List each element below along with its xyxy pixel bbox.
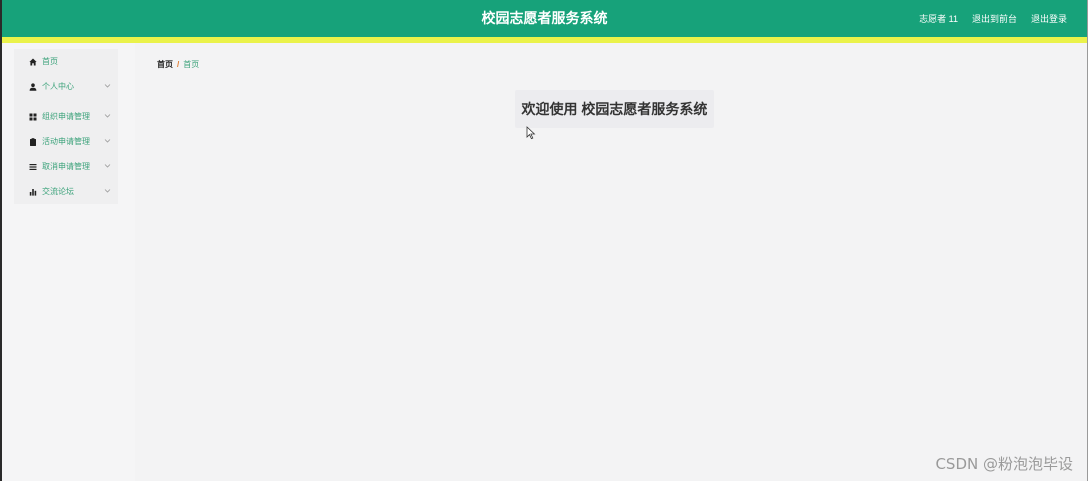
sidebar-item-label: 交流论坛 <box>42 187 74 196</box>
back-to-front-link[interactable]: 退出到前台 <box>972 12 1017 25</box>
breadcrumb: 首页 / 首页 <box>157 59 199 70</box>
sidebar-item-label: 取消申请管理 <box>42 162 90 171</box>
current-user: 志愿者 11 <box>919 14 958 24</box>
sidebar: 首页 个人中心 组织申请管理 活动申请管理 取消申请管理 交流论坛 <box>2 43 135 481</box>
chevron-down-icon <box>104 112 112 120</box>
sidebar-item-label: 活动申请管理 <box>42 137 90 146</box>
sidebar-menu: 首页 个人中心 组织申请管理 活动申请管理 取消申请管理 交流论坛 <box>14 49 118 204</box>
breadcrumb-separator: / <box>177 60 180 69</box>
sidebar-item-home[interactable]: 首页 <box>14 49 118 74</box>
sidebar-item-label: 个人中心 <box>42 82 74 91</box>
watermark: CSDN @粉泡泡毕设 <box>935 455 1073 473</box>
sidebar-item-label: 组织申请管理 <box>42 112 90 121</box>
home-icon <box>28 57 38 67</box>
welcome-banner: 欢迎使用 校园志愿者服务系统 <box>515 90 714 128</box>
breadcrumb-home-link[interactable]: 首页 <box>157 59 173 70</box>
user-icon <box>28 82 38 92</box>
grid-icon <box>28 112 38 122</box>
main-content: 首页 / 首页 欢迎使用 校园志愿者服务系统 <box>135 43 1087 481</box>
chevron-down-icon <box>104 82 112 90</box>
bar-chart-icon <box>28 187 38 197</box>
chevron-down-icon <box>104 187 112 195</box>
header-actions: 志愿者 11 退出到前台 退出登录 <box>919 0 1067 37</box>
clipboard-icon <box>28 137 38 147</box>
sidebar-item-forum[interactable]: 交流论坛 <box>14 179 118 204</box>
sidebar-item-cancel-applications[interactable]: 取消申请管理 <box>14 154 118 179</box>
app-window: 校园志愿者服务系统 志愿者 11 退出到前台 退出登录 首页 个人中心 组织申请… <box>0 0 1088 481</box>
breadcrumb-current: 首页 <box>183 60 200 69</box>
mouse-cursor-icon <box>526 126 536 140</box>
logout-link[interactable]: 退出登录 <box>1031 12 1067 25</box>
sidebar-item-activity-applications[interactable]: 活动申请管理 <box>14 129 118 154</box>
list-icon <box>28 162 38 172</box>
sidebar-item-org-applications[interactable]: 组织申请管理 <box>14 104 118 129</box>
sidebar-item-label: 首页 <box>42 57 58 66</box>
sidebar-item-profile[interactable]: 个人中心 <box>14 74 118 99</box>
chevron-down-icon <box>104 137 112 145</box>
chevron-down-icon <box>104 162 112 170</box>
